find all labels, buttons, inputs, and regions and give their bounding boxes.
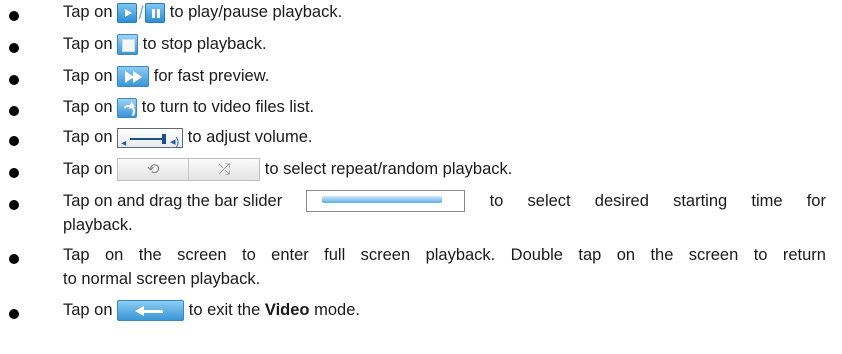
play-icon: [117, 2, 138, 23]
item-text: desired: [594, 192, 649, 210]
item-text: Tap on: [63, 3, 113, 21]
speaker-high-icon: ◂): [169, 135, 180, 148]
bullet: [9, 75, 19, 85]
progress-bar-slider-icon: [306, 190, 466, 212]
item-text: Tap on: [63, 301, 113, 319]
word: Double: [510, 246, 563, 264]
item-text: Tap on: [63, 98, 113, 116]
slash-separator: /: [138, 2, 144, 23]
shuffle-icon: ⤮: [188, 159, 260, 181]
volume-slider-icon: ◂ ◂): [117, 127, 184, 149]
bullet: [9, 11, 19, 21]
mode-name: Video: [264, 301, 310, 319]
word: on: [105, 246, 124, 264]
item-text-continuation: to normal screen playback.: [63, 270, 261, 288]
word: the: [138, 246, 162, 264]
return-to-list-icon: [117, 97, 138, 118]
item-text: to: [489, 192, 504, 210]
item-text: starting: [673, 192, 728, 210]
bullet: [9, 43, 19, 53]
repeat-icon: ⟲: [118, 159, 189, 181]
item-text: for fast preview.: [153, 67, 270, 85]
item-text: Tap on: [63, 128, 113, 146]
item-text: time: [751, 192, 783, 210]
word: playback.: [425, 246, 496, 264]
item-text: Tap on and drag the bar slider: [63, 192, 283, 210]
item-text-continuation: playback.: [63, 216, 133, 234]
bullet: [9, 254, 19, 264]
item-text: for: [806, 192, 826, 210]
item-text: to stop playback.: [142, 35, 267, 53]
item-text: Tap on: [63, 67, 113, 85]
item-text: to exit the: [188, 301, 261, 319]
word: tap: [578, 246, 602, 264]
item-text: select: [527, 192, 571, 210]
word: to: [753, 246, 768, 264]
word: full: [324, 246, 346, 264]
volume-track: [130, 137, 167, 140]
word: screen: [688, 246, 739, 264]
instruction-list: Tap on / to play/pause playback. Tap on …: [0, 0, 842, 354]
item-text: mode.: [314, 301, 360, 319]
word: the: [650, 246, 674, 264]
repeat-random-toggle: ⟲ ⤮: [117, 158, 261, 182]
word: enter: [271, 246, 309, 264]
word: Tap: [63, 246, 90, 264]
item-text: Tap on: [63, 160, 113, 178]
volume-knob: [162, 133, 167, 144]
word: on: [616, 246, 636, 264]
bullet: [9, 200, 19, 210]
item-text: Tap on: [63, 35, 113, 53]
word: to: [242, 246, 256, 264]
item-text: to play/pause playback.: [169, 3, 343, 21]
word: screen: [360, 246, 411, 264]
item-text: to turn to video files list.: [141, 98, 315, 116]
bullet: [9, 106, 19, 116]
pause-icon: [145, 2, 166, 23]
progress-fill: [322, 196, 443, 203]
item-text: to adjust volume.: [187, 128, 313, 146]
item-text: to select repeat/random playback.: [264, 160, 513, 178]
speaker-low-icon: ◂: [121, 137, 127, 149]
bullet: [9, 168, 19, 178]
word: screen: [177, 246, 227, 264]
bullet: [9, 309, 19, 319]
back-arrow-icon: [117, 300, 185, 322]
bullet: [9, 136, 19, 146]
word: return: [782, 246, 826, 264]
stop-icon: [117, 34, 139, 56]
fast-forward-icon: [117, 66, 150, 88]
